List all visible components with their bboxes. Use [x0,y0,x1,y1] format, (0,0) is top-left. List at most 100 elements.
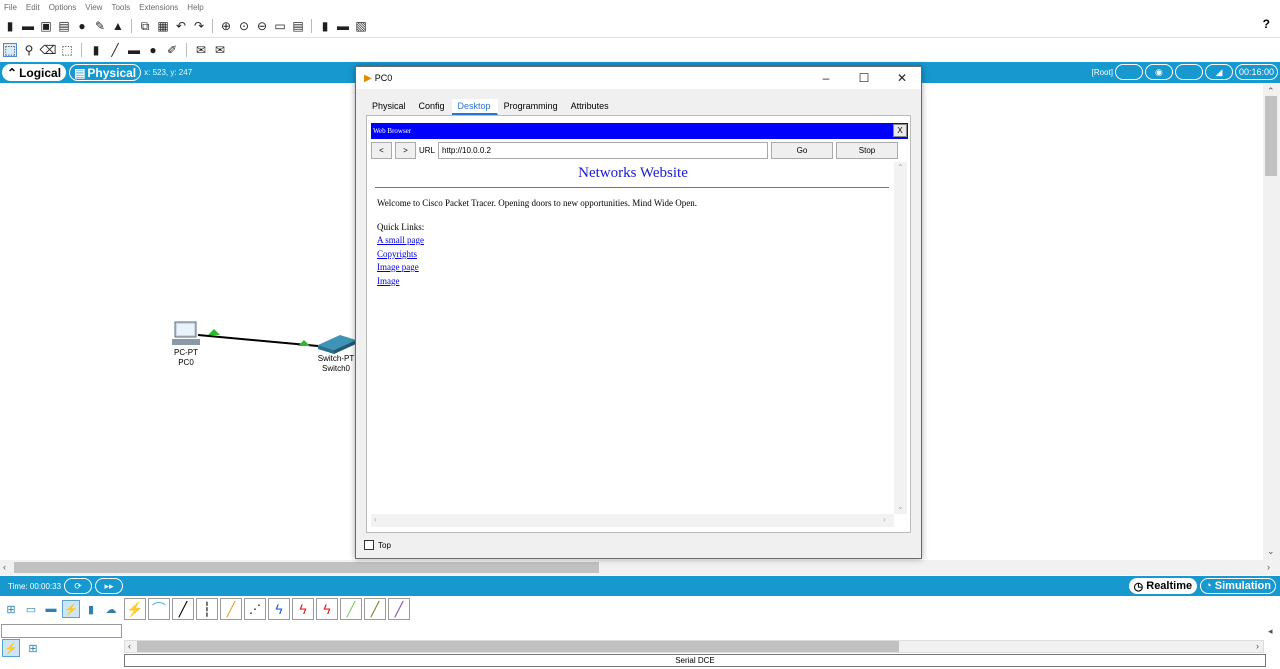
complex-pdu-icon[interactable]: ✉ [213,43,227,57]
stop-button[interactable]: Stop [836,142,899,159]
resize-icon[interactable]: ⬚ [60,43,74,57]
print-icon[interactable]: ▤ [57,19,71,33]
info-icon[interactable]: ● [75,19,89,33]
serial-dte-icon[interactable]: ϟ [316,598,338,620]
palette-scroll-thumb[interactable] [137,641,899,652]
page-scroll-left-icon[interactable]: ‹ [374,515,377,524]
page-scroll-up-icon[interactable]: ⌃ [897,163,904,172]
tab-physical[interactable]: Physical [366,99,413,115]
network-info-icon[interactable]: ▲ [111,19,125,33]
page-scroll-down-icon[interactable]: ⌄ [897,502,904,511]
page-vertical-scrollbar[interactable]: ⌃ ⌄ [894,162,907,514]
maximize-icon[interactable]: ☐ [845,67,883,89]
console-cable-icon[interactable]: ⌒ [148,598,170,620]
browser-close-button[interactable]: X [893,124,907,137]
image-icon[interactable]: ▧ [354,19,368,33]
viewport-icon[interactable]: ◢ [1204,64,1233,80]
tab-desktop[interactable]: Desktop [451,99,498,115]
simple-pdu-icon[interactable]: ✉ [194,43,208,57]
simulation-mode-button[interactable]: ◔ Simulation [1200,578,1276,594]
open-folder-icon[interactable]: ▬ [21,19,35,33]
tab-config[interactable]: Config [413,99,452,115]
horizontal-scroll-thumb[interactable] [14,562,599,573]
fiber-cable-icon[interactable]: ╱ [220,598,242,620]
menu-view[interactable]: View [85,3,102,12]
close-icon[interactable]: ✕ [883,67,921,89]
octal-cable-icon[interactable]: ╱ [340,598,362,620]
pc-device-icon[interactable] [172,321,200,345]
switch-device-icon[interactable] [318,335,356,354]
multiuser-icon[interactable]: ☁ [102,600,120,618]
select-icon[interactable]: ⬚ [3,43,17,57]
iot-custom-cable-icon[interactable]: ╱ [364,598,386,620]
fast-forward-icon[interactable]: ▸▸ [95,578,124,594]
notes-icon[interactable]: ▮ [318,19,332,33]
page-scroll-right-icon[interactable]: › [883,515,886,524]
menu-tools[interactable]: Tools [111,3,130,12]
menu-file[interactable]: File [4,3,17,12]
forward-button[interactable]: > [395,142,416,159]
go-button[interactable]: Go [771,142,834,159]
zoom-out-icon[interactable]: ⊖ [255,19,269,33]
components-icon[interactable]: ▬ [42,600,60,618]
drawing-palette-icon[interactable]: ▭ [273,19,287,33]
save-icon[interactable]: ▣ [39,19,53,33]
menu-extensions[interactable]: Extensions [139,3,178,12]
serial-dce-icon[interactable]: ϟ [292,598,314,620]
minimize-icon[interactable]: – [807,67,845,89]
freeform-icon[interactable]: ✐ [165,43,179,57]
link-image-page[interactable]: Image page [377,261,424,275]
grid-icon[interactable]: ⊞ [24,639,42,657]
tab-programming[interactable]: Programming [498,99,565,115]
palette-collapse-icon[interactable]: ◂ [1268,626,1273,637]
palette-scroll-left-icon[interactable]: ‹ [128,641,131,651]
menu-help[interactable]: Help [187,3,203,12]
end-devices-icon[interactable]: ▭ [22,600,40,618]
dialog-titlebar[interactable]: ▶ PC0 – ☐ ✕ [356,67,921,89]
copper-straight-icon[interactable]: ╱ [172,598,194,620]
draw-line-icon[interactable]: ╱ [108,43,122,57]
network-devices-icon[interactable]: ⊞ [2,600,20,618]
scroll-right-icon[interactable]: › [1267,562,1270,572]
back-button[interactable]: < [371,142,392,159]
connections-icon[interactable]: ⚡ [62,600,80,618]
delete-icon[interactable]: ⌫ [40,43,57,57]
power-cycle-icon[interactable]: ⟳ [64,578,93,594]
scroll-left-icon[interactable]: ‹ [3,562,6,572]
copper-cross-icon[interactable]: ┆ [196,598,218,620]
inspect-icon[interactable]: ⚲ [22,43,36,57]
vertical-scroll-thumb[interactable] [1265,96,1277,176]
move-object-icon[interactable]: ◉ [1144,64,1173,80]
coaxial-cable-icon[interactable]: ϟ [268,598,290,620]
draw-ellipse-icon[interactable]: ● [146,43,160,57]
note-icon[interactable]: ▮ [89,43,103,57]
scroll-down-icon[interactable]: ⌄ [1267,546,1275,557]
usb-cable-icon[interactable]: ╱ [388,598,410,620]
realtime-mode-button[interactable]: ◷ Realtime [1128,578,1198,594]
help-button[interactable]: ? [1263,17,1270,31]
automatic-cable-icon[interactable]: ⚡ [124,598,146,620]
undo-icon[interactable]: ↶ [174,19,188,33]
logical-tab[interactable]: ⌃ Logical [2,64,67,81]
physical-tab[interactable]: ▤ Physical [69,64,142,81]
custom-device-icon[interactable]: ▤ [291,19,305,33]
new-file-icon[interactable]: ▮ [3,19,17,33]
copy-icon[interactable]: ⧉ [138,19,152,33]
redo-icon[interactable]: ↷ [192,19,206,33]
paste-icon[interactable]: ▦ [156,19,170,33]
top-checkbox[interactable] [364,540,374,550]
phone-cable-icon[interactable]: ⋰ [244,598,266,620]
menu-options[interactable]: Options [49,3,77,12]
link-image[interactable]: Image [377,275,424,289]
url-input[interactable]: http://10.0.0.2 [438,142,769,159]
miscellaneous-icon[interactable]: ▮ [82,600,100,618]
device-search-input[interactable] [1,624,122,638]
tab-attributes[interactable]: Attributes [565,99,616,115]
menu-edit[interactable]: Edit [26,3,40,12]
page-horizontal-scrollbar[interactable]: ‹ › [371,514,894,527]
clusters-icon[interactable]: ▬ [336,19,350,33]
draw-rectangle-icon[interactable]: ▬ [127,43,141,57]
zoom-in-icon[interactable]: ⊕ [219,19,233,33]
palette-scroll-right-icon[interactable]: › [1256,641,1259,651]
set-tiled-background-button[interactable] [1174,64,1203,80]
